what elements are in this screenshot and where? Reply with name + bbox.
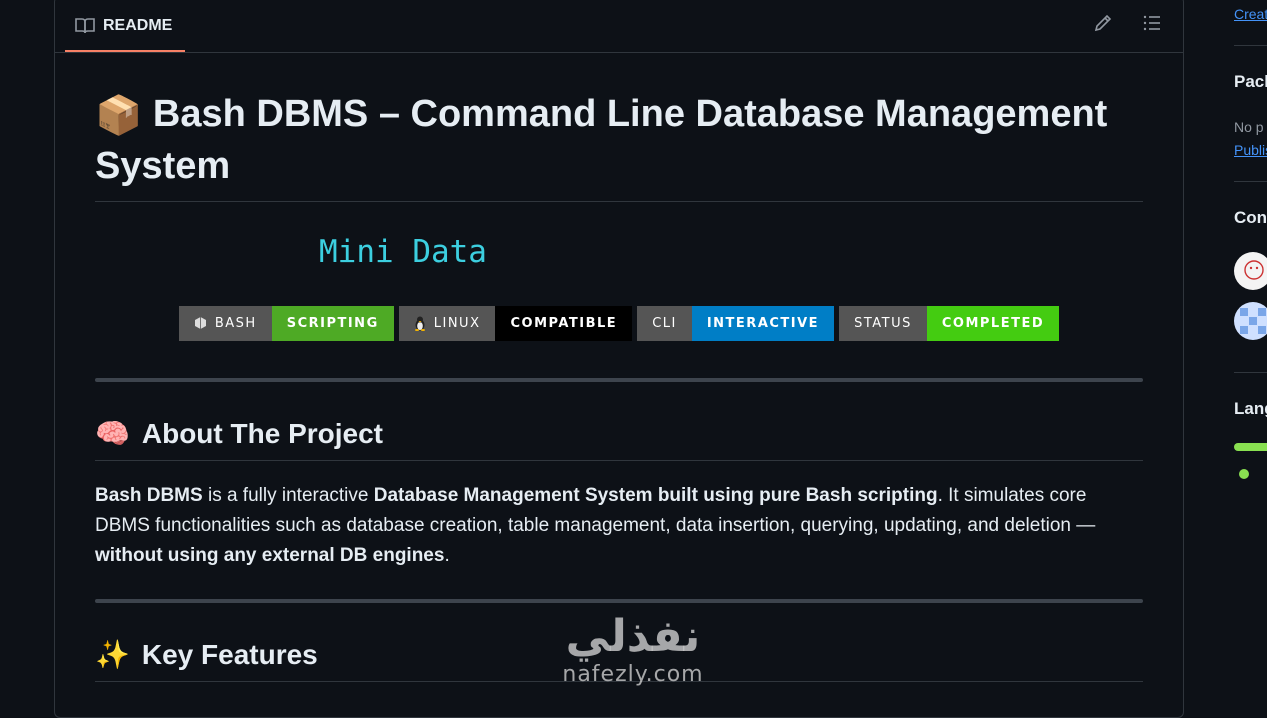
list-icon[interactable]	[1142, 13, 1162, 33]
about-text-bold: Bash DBMS	[95, 484, 203, 506]
badge-label: STATUS	[839, 305, 927, 341]
about-heading-text: About The Project	[141, 417, 383, 449]
avatar-icon	[1244, 260, 1264, 280]
badge-value: SCRIPTING	[271, 305, 394, 341]
sidebar-divider	[1234, 372, 1267, 373]
badge-value: INTERACTIVE	[691, 305, 835, 341]
right-sidebar: Creat Pack No p Publis Con Lang	[1234, 0, 1267, 696]
language-bar	[1234, 443, 1267, 451]
readme-tab-label: README	[103, 16, 173, 34]
create-link[interactable]: Creat	[1234, 6, 1267, 22]
badge-linux[interactable]: LINUX COMPATIBLE	[398, 305, 633, 341]
contributors-heading: Con	[1234, 208, 1267, 227]
about-text-bold: Database Management System built using p…	[373, 484, 938, 506]
badge-status[interactable]: STATUS COMPLETED	[839, 305, 1060, 341]
languages-heading: Lang	[1234, 399, 1267, 418]
readme-header: README	[55, 0, 1183, 53]
badge-label: BASH	[214, 315, 257, 331]
divider	[95, 598, 1143, 603]
page-title: 📦 Bash DBMS – Command Line Database Mana…	[95, 89, 1143, 202]
badge-bash[interactable]: BASH SCRIPTING	[178, 305, 394, 341]
identicon-icon	[1240, 308, 1266, 334]
penguin-icon	[414, 316, 425, 331]
badge-label: CLI	[637, 305, 692, 341]
badge-value: COMPLETED	[926, 305, 1060, 341]
divider	[95, 377, 1143, 382]
sparkles-icon: ✨	[95, 638, 130, 670]
pencil-icon[interactable]	[1093, 13, 1113, 33]
features-heading: ✨ Key Features	[95, 637, 1143, 682]
ascii-banner: Mini Data	[319, 233, 487, 270]
language-dot-icon	[1239, 469, 1249, 479]
badge-value: COMPATIBLE	[495, 305, 633, 341]
publish-link[interactable]: Publis	[1234, 142, 1267, 158]
contributor-avatar[interactable]	[1234, 252, 1267, 290]
about-text: is a fully interactive	[202, 484, 374, 506]
badge-label: LINUX	[433, 315, 481, 331]
about-text-bold: without using any external DB engines	[95, 544, 445, 566]
sidebar-divider	[1234, 45, 1267, 46]
book-icon	[75, 17, 95, 33]
about-text: .	[444, 544, 450, 566]
page-title-text: Bash DBMS – Command Line Database Manage…	[95, 93, 1108, 187]
readme-panel: README 📦 Bash DBMS – Command Line Databa…	[54, 0, 1184, 718]
brain-icon: 🧠	[95, 417, 130, 449]
packages-text: No p	[1234, 119, 1264, 135]
packages-heading: Pack	[1234, 72, 1267, 91]
package-icon: 📦	[95, 94, 143, 137]
readme-tab[interactable]: README	[65, 1, 185, 52]
badge-row: BASH SCRIPTING LINUX COMPATIBLE CLI INTE…	[95, 305, 1143, 341]
sidebar-divider	[1234, 181, 1267, 182]
contributor-avatar[interactable]	[1234, 302, 1267, 340]
badge-cli[interactable]: CLI INTERACTIVE	[637, 305, 835, 341]
about-paragraph: Bash DBMS is a fully interactive Databas…	[95, 481, 1143, 571]
features-heading-text: Key Features	[141, 638, 318, 670]
about-heading: 🧠 About The Project	[95, 416, 1143, 461]
readme-content: 📦 Bash DBMS – Command Line Database Mana…	[95, 53, 1143, 682]
terminal-icon	[194, 317, 206, 330]
